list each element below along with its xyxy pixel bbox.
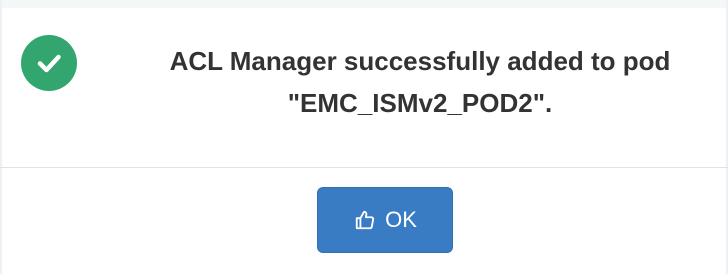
success-dialog: ACL Manager successfully added to pod "E… [0, 0, 728, 274]
ok-button-label: OK [385, 207, 417, 232]
dialog-top-strip [0, 0, 728, 8]
success-message-line-2: "EMC_ISMv2_POD2". [287, 88, 553, 118]
success-message-line-1: ACL Manager successfully added to pod [169, 46, 671, 76]
success-message: ACL Manager successfully added to pod "E… [120, 40, 720, 124]
dialog-divider [0, 167, 728, 168]
check-circle-icon [21, 35, 77, 91]
ok-button[interactable]: OK [317, 187, 453, 253]
dialog-left-edge [0, 0, 2, 274]
checkmark-icon [37, 54, 61, 73]
thumbs-up-icon [353, 208, 377, 232]
